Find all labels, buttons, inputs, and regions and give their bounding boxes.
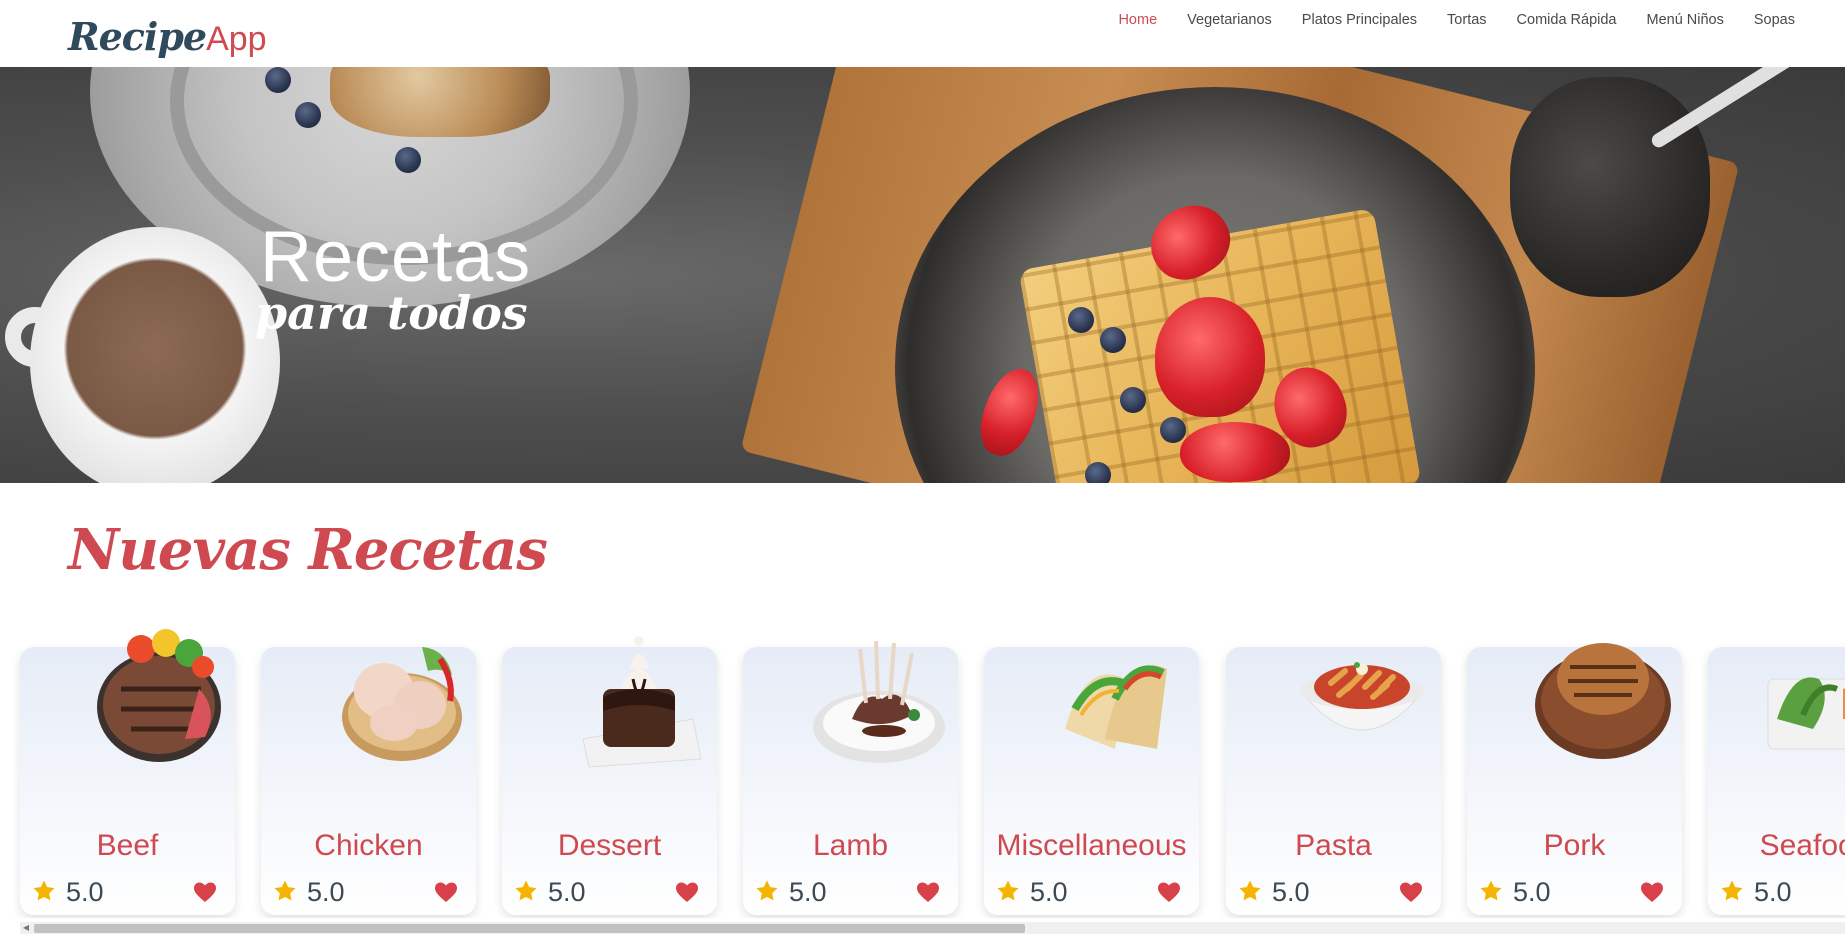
heart-icon[interactable]	[675, 881, 699, 903]
recipe-card-title: Dessert	[557, 829, 662, 862]
logo[interactable]: RecipeApp	[68, 12, 267, 64]
recipe-card-seafood[interactable]: Seafood 5.0	[1708, 647, 1845, 915]
recipe-card-pork[interactable]: Pork 5.0	[1467, 643, 1682, 915]
scrollbar-thumb[interactable]	[34, 924, 1025, 933]
scroll-left-arrow-icon[interactable]: ◀	[20, 922, 32, 934]
logo-text-app: App	[206, 20, 267, 58]
recipe-carousel[interactable]: Beef 5.0 Chicken 5.0 Dessert 5.0 Lamb 5.…	[0, 618, 1845, 918]
heart-icon[interactable]	[1640, 881, 1664, 903]
hero-blueberry	[1100, 327, 1126, 353]
chicken-image	[342, 647, 462, 761]
recipe-card-title: Pasta	[1295, 829, 1372, 862]
recipe-card-title: Miscellaneous	[996, 829, 1187, 862]
nav-comida-rapida[interactable]: Comida Rápida	[1517, 10, 1617, 30]
hero-blueberry	[295, 102, 321, 128]
recipe-card-beef[interactable]: Beef 5.0	[20, 629, 235, 915]
star-icon	[1721, 880, 1743, 901]
recipe-card-title: Lamb	[812, 829, 889, 862]
recipe-card-rating: 5.0	[1272, 877, 1310, 907]
recipe-card-rating: 5.0	[789, 877, 827, 907]
pork-image	[1535, 643, 1671, 759]
hero-syrup-pitcher-image	[1510, 77, 1710, 297]
star-icon	[515, 880, 537, 901]
heart-icon[interactable]	[193, 881, 217, 903]
heart-icon[interactable]	[1399, 881, 1423, 903]
hero-subtitle: para todos	[255, 286, 528, 340]
heart-icon[interactable]	[1157, 881, 1181, 903]
tacos-image	[1065, 665, 1167, 749]
logo-text-recipe: Recipe	[68, 14, 207, 59]
section-title: Nuevas Recetas	[68, 517, 548, 583]
main-nav: Home Vegetarianos Platos Principales Tor…	[1118, 10, 1795, 30]
dessert-image	[582, 636, 702, 768]
recipe-card-chicken[interactable]: Chicken 5.0	[261, 647, 476, 915]
heart-icon[interactable]	[434, 881, 458, 903]
recipe-card-title: Beef	[96, 829, 159, 862]
beef-steak-image	[97, 629, 221, 762]
recipe-card-dessert[interactable]: Dessert 5.0	[502, 636, 717, 915]
nav-vegetarianos[interactable]: Vegetarianos	[1187, 10, 1272, 30]
recipe-card-lamb[interactable]: Lamb 5.0	[743, 640, 958, 915]
top-navbar: RecipeApp Home Vegetarianos Platos Princ…	[0, 0, 1845, 67]
hero-blueberry	[395, 147, 421, 173]
recipe-card-pasta[interactable]: Pasta 5.0	[1226, 647, 1441, 915]
pasta-image	[1299, 662, 1425, 731]
recipe-card-rating: 5.0	[1513, 877, 1551, 907]
nav-platos-principales[interactable]: Platos Principales	[1302, 10, 1417, 30]
recipe-card-rating: 5.0	[548, 877, 586, 907]
hero-blueberry	[1120, 387, 1146, 413]
nav-tortas[interactable]: Tortas	[1447, 10, 1487, 30]
star-icon	[1239, 880, 1261, 901]
recipe-card-rating: 5.0	[1754, 877, 1792, 907]
nav-menu-ninos[interactable]: Menú Niños	[1647, 10, 1724, 30]
recipe-card-rating: 5.0	[66, 877, 104, 907]
hero-blueberry	[1068, 307, 1094, 333]
hero-blueberry	[265, 67, 291, 93]
hero-banner: Recetas para todos	[0, 67, 1845, 483]
nav-home[interactable]: Home	[1118, 10, 1157, 30]
star-icon	[756, 880, 778, 901]
recipe-card-title: Pork	[1543, 829, 1606, 862]
hero-blueberry	[1085, 462, 1111, 483]
star-icon	[33, 880, 55, 901]
star-icon	[997, 880, 1019, 901]
star-icon	[1480, 880, 1502, 901]
hero-coffee-cup-image	[30, 227, 280, 483]
hero-bread-image	[330, 67, 550, 137]
recipe-card-rating: 5.0	[307, 877, 345, 907]
hero-strawberry	[1180, 422, 1290, 482]
recipe-card-title: Chicken	[314, 829, 423, 862]
heart-icon[interactable]	[916, 881, 940, 903]
hero-strawberry	[1155, 297, 1265, 417]
recipe-card-rating: 5.0	[1030, 877, 1068, 907]
seafood-image	[1767, 677, 1845, 750]
recipe-card-miscellaneous[interactable]: Miscellaneous 5.0	[984, 647, 1199, 915]
recipe-card-title: Seafood	[1759, 829, 1845, 862]
nav-sopas[interactable]: Sopas	[1754, 10, 1795, 30]
star-icon	[274, 880, 296, 901]
hero-blueberry	[1160, 417, 1186, 443]
lamb-image	[813, 640, 945, 763]
